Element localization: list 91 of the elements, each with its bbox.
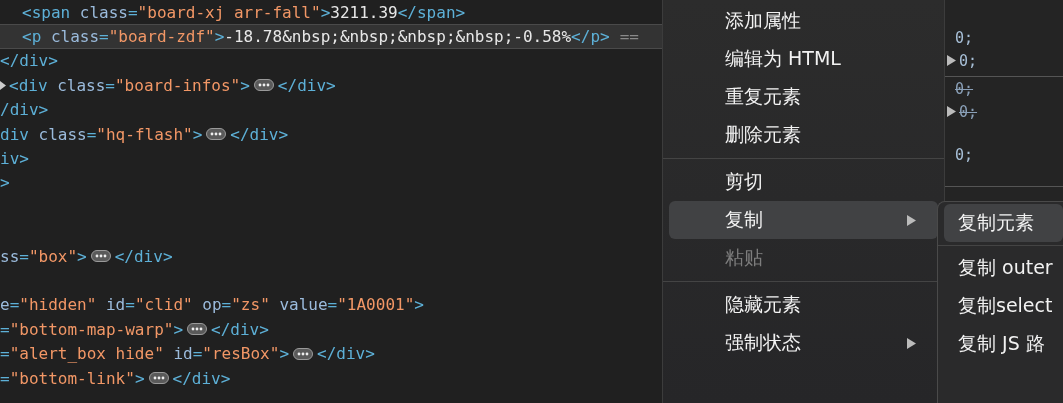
code-token: value xyxy=(279,295,328,315)
code-token: </div> xyxy=(211,319,269,339)
code-token: > xyxy=(320,2,331,22)
menu-item[interactable]: 复制元素 xyxy=(944,204,1063,242)
code-token: class xyxy=(79,2,128,22)
code-token: = xyxy=(125,295,135,315)
expand-arrow-icon[interactable] xyxy=(947,106,956,117)
code-token: = xyxy=(19,246,29,266)
code-token: </span> xyxy=(397,2,466,22)
collapsed-content-icon[interactable] xyxy=(293,347,313,360)
code-token: <p xyxy=(22,27,43,47)
code-token: "clid" xyxy=(134,295,194,315)
code-token: "hidden" xyxy=(19,295,98,315)
code-token: -18.78&nbsp;&nbsp;&nbsp;&nbsp;-0.58% xyxy=(224,27,572,47)
code-token: class xyxy=(57,75,106,95)
code-token: id xyxy=(173,344,193,364)
code-token: > xyxy=(173,319,184,339)
menu-item[interactable]: 删除元素 xyxy=(669,116,938,154)
css-value: 0; xyxy=(955,28,974,47)
menu-item[interactable]: 隐藏元素 xyxy=(669,286,938,324)
collapsed-content-icon[interactable] xyxy=(148,372,169,385)
css-value: 0; xyxy=(959,51,978,70)
code-token: id xyxy=(106,295,126,315)
code-token: </div> xyxy=(230,124,289,144)
code-token: ss xyxy=(0,246,20,266)
code-token: "box" xyxy=(28,246,78,266)
code-token: </p> xyxy=(571,27,610,47)
code-token: = xyxy=(327,295,338,315)
menu-item[interactable]: 强制状态 xyxy=(669,324,938,362)
code-token: > xyxy=(192,124,203,144)
code-token: "1A0001" xyxy=(337,295,415,315)
code-token: > xyxy=(240,75,250,95)
code-token: = xyxy=(0,344,10,364)
menu-item[interactable]: 重复元素 xyxy=(669,78,938,116)
expand-arrow-icon[interactable] xyxy=(0,80,6,90)
code-token: > xyxy=(77,246,87,266)
menu-item[interactable]: 编辑为 HTML xyxy=(669,40,938,78)
code-token: op xyxy=(202,295,222,315)
code-token: "bottom-link" xyxy=(9,368,135,388)
code-token: > xyxy=(214,27,225,47)
code-token: = xyxy=(0,368,10,388)
collapsed-content-icon[interactable] xyxy=(90,250,111,263)
code-token: = xyxy=(86,124,97,144)
menu-item[interactable]: 复制 JS 路 xyxy=(944,325,1063,363)
code-token: "bottom-map-warp" xyxy=(9,319,174,339)
css-value: 0; xyxy=(955,145,974,164)
code-token: <div xyxy=(9,75,49,95)
code-token: = xyxy=(0,319,10,339)
code-token: </div> xyxy=(0,51,58,71)
menu-item[interactable]: 复制 xyxy=(669,201,938,239)
code-token: e xyxy=(0,295,10,315)
code-token: <span xyxy=(22,2,72,22)
code-token: = xyxy=(105,75,115,95)
code-token: "board-xj arr-fall" xyxy=(137,2,321,22)
code-token: "resBox" xyxy=(202,344,280,364)
code-token: class xyxy=(38,124,87,144)
code-token: > xyxy=(0,173,10,193)
code-token: "board-zdf" xyxy=(108,27,215,47)
collapsed-content-icon[interactable] xyxy=(253,79,274,92)
code-token: = xyxy=(99,27,109,47)
menu-item: 粘贴 xyxy=(724,245,764,270)
code-token: = xyxy=(192,344,203,364)
css-value: 0; xyxy=(955,79,974,98)
code-token: 3211.39 xyxy=(330,2,398,22)
code-token: </div> xyxy=(317,344,375,364)
menu-item[interactable]: 复制select xyxy=(944,287,1063,325)
code-token: > xyxy=(414,295,424,315)
menu-item[interactable]: 复制 outer xyxy=(944,249,1063,287)
code-token: </div> xyxy=(172,368,231,388)
menu-item[interactable]: 剪切 xyxy=(669,163,938,201)
code-token: > xyxy=(134,368,145,388)
code-token: </div> xyxy=(114,246,173,266)
collapsed-content-icon[interactable] xyxy=(187,323,208,336)
code-token: "zs" xyxy=(231,295,271,315)
code-token: = xyxy=(127,2,138,22)
code-token: "board-infos" xyxy=(115,75,241,95)
code-token: "alert_box hide" xyxy=(9,344,165,364)
code-token: > xyxy=(279,344,289,364)
code-token: iv> xyxy=(0,149,29,169)
css-value: 0; xyxy=(959,102,978,121)
selected-marker: == xyxy=(619,27,639,47)
collapsed-content-icon[interactable] xyxy=(206,128,227,141)
menu-item[interactable]: 添加属性 xyxy=(669,2,938,40)
code-token: div xyxy=(0,124,30,144)
code-token: = xyxy=(9,295,20,315)
expand-arrow-icon[interactable] xyxy=(947,55,956,66)
code-token: "hq-flash" xyxy=(96,124,193,144)
code-token: = xyxy=(221,295,232,315)
code-token: </div> xyxy=(277,75,336,95)
code-token: /div> xyxy=(0,100,49,120)
code-token: class xyxy=(50,27,100,47)
